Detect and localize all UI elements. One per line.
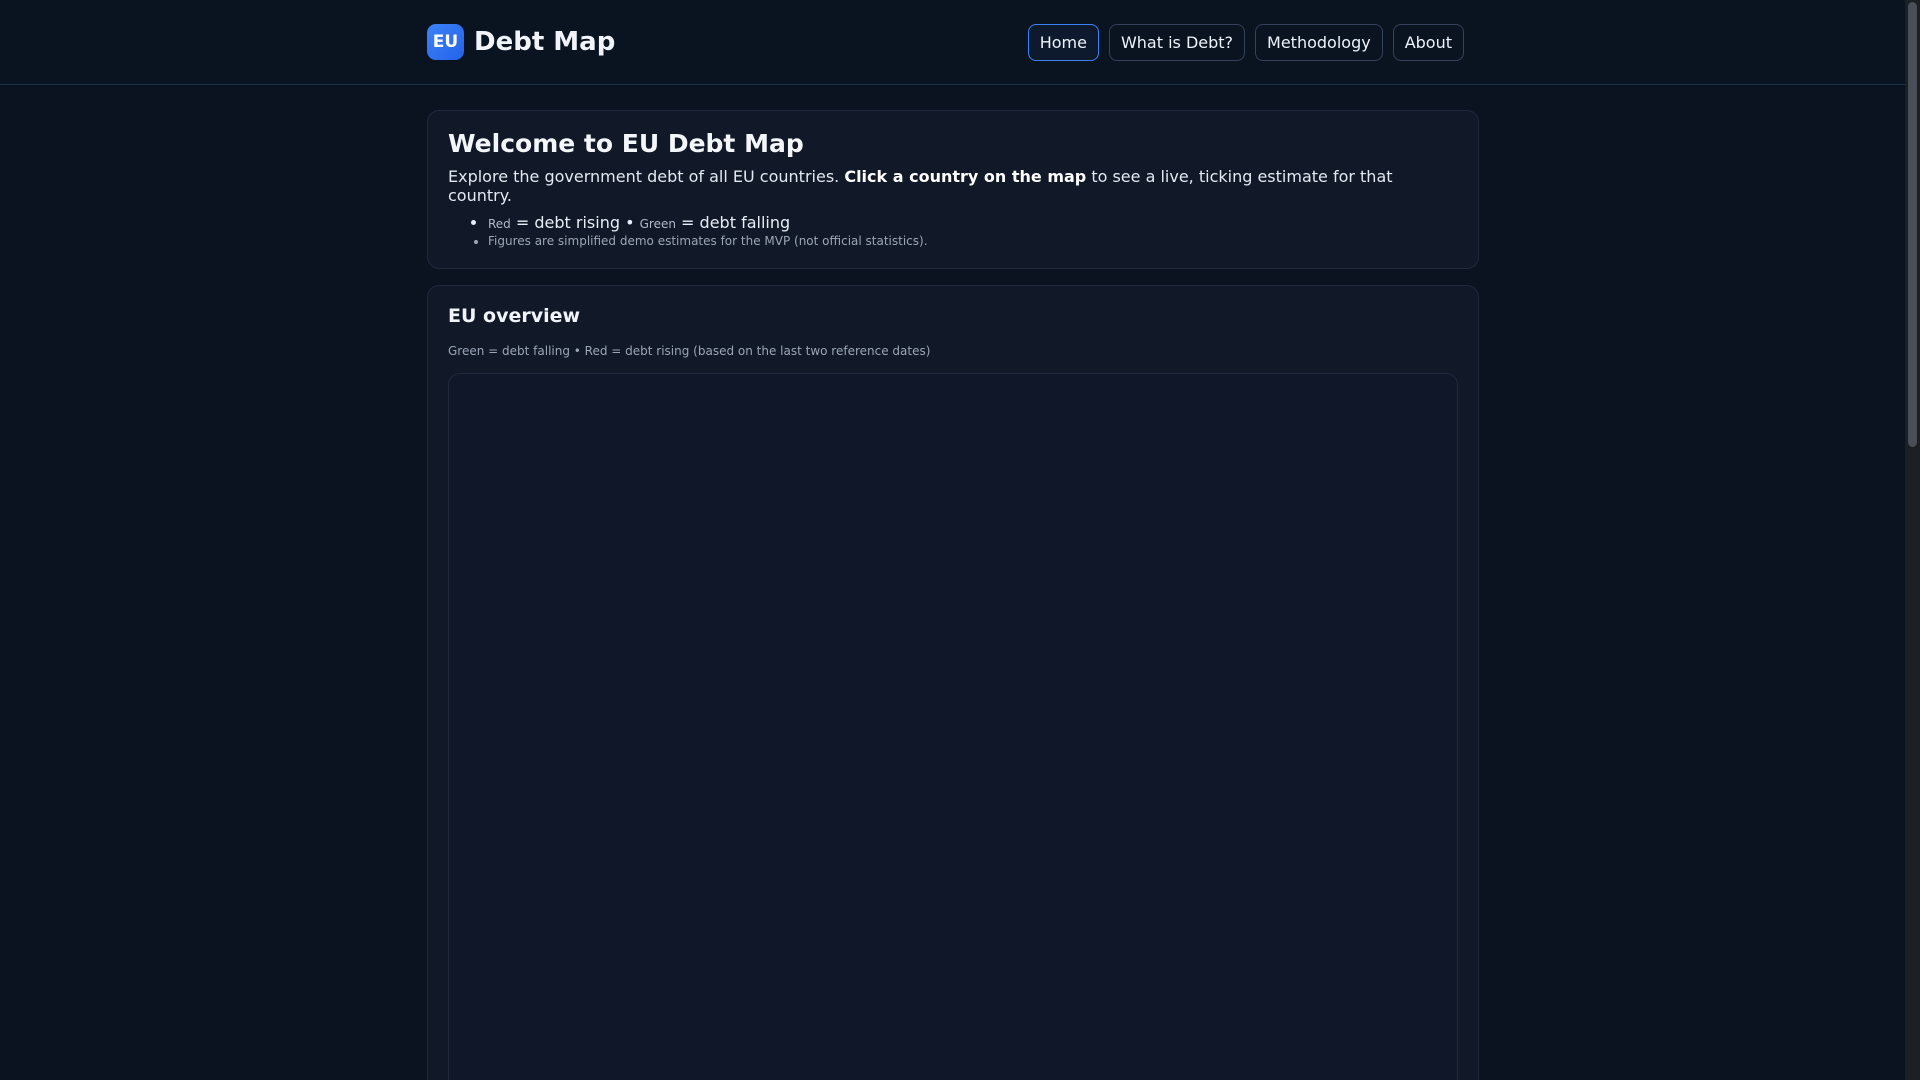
scrollbar-thumb[interactable]: [1908, 2, 1917, 447]
brand-logo[interactable]: EU Debt Map: [427, 24, 615, 60]
main-nav: Home What is Debt? Methodology About: [1027, 24, 1464, 61]
welcome-description: Explore the government debt of all EU co…: [448, 167, 1458, 205]
nav-methodology-button[interactable]: Methodology: [1255, 24, 1383, 61]
eu-overview-card: EU overview Green = debt falling • Red =…: [427, 285, 1479, 1080]
welcome-card: Welcome to EU Debt Map Explore the gover…: [427, 110, 1479, 269]
eu-badge-icon: EU: [427, 24, 464, 60]
nav-about-button[interactable]: About: [1392, 24, 1464, 61]
welcome-title: Welcome to EU Debt Map: [448, 129, 804, 158]
eu-map-container[interactable]: [448, 373, 1458, 1080]
welcome-text-bold: Click a country on the map: [844, 167, 1087, 186]
disclaimer-note: Figures are simplified demo estimates fo…: [488, 233, 1458, 250]
legend-red-text: = debt rising •: [510, 213, 640, 232]
brand-title: Debt Map: [474, 27, 616, 57]
overview-title: EU overview: [448, 305, 581, 327]
overview-subtitle: Green = debt falling • Red = debt rising…: [448, 344, 931, 358]
legend-green-text: = debt falling: [675, 213, 791, 232]
welcome-legend-list: Red = debt rising • Green = debt falling…: [448, 214, 1458, 250]
nav-what-is-debt-button[interactable]: What is Debt?: [1108, 24, 1246, 61]
legend-red-word: Red: [488, 217, 511, 231]
top-navigation-bar: EU Debt Map Home What is Debt? Methodolo…: [0, 0, 1905, 85]
page-scrollbar[interactable]: [1905, 0, 1920, 1080]
legend-item: Red = debt rising • Green = debt falling: [488, 214, 1458, 233]
legend-green-word: Green: [639, 217, 676, 231]
nav-home-button[interactable]: Home: [1027, 24, 1099, 61]
page: EU Debt Map Home What is Debt? Methodolo…: [0, 0, 1920, 1080]
welcome-text-intro: Explore the government debt of all EU co…: [448, 167, 845, 186]
